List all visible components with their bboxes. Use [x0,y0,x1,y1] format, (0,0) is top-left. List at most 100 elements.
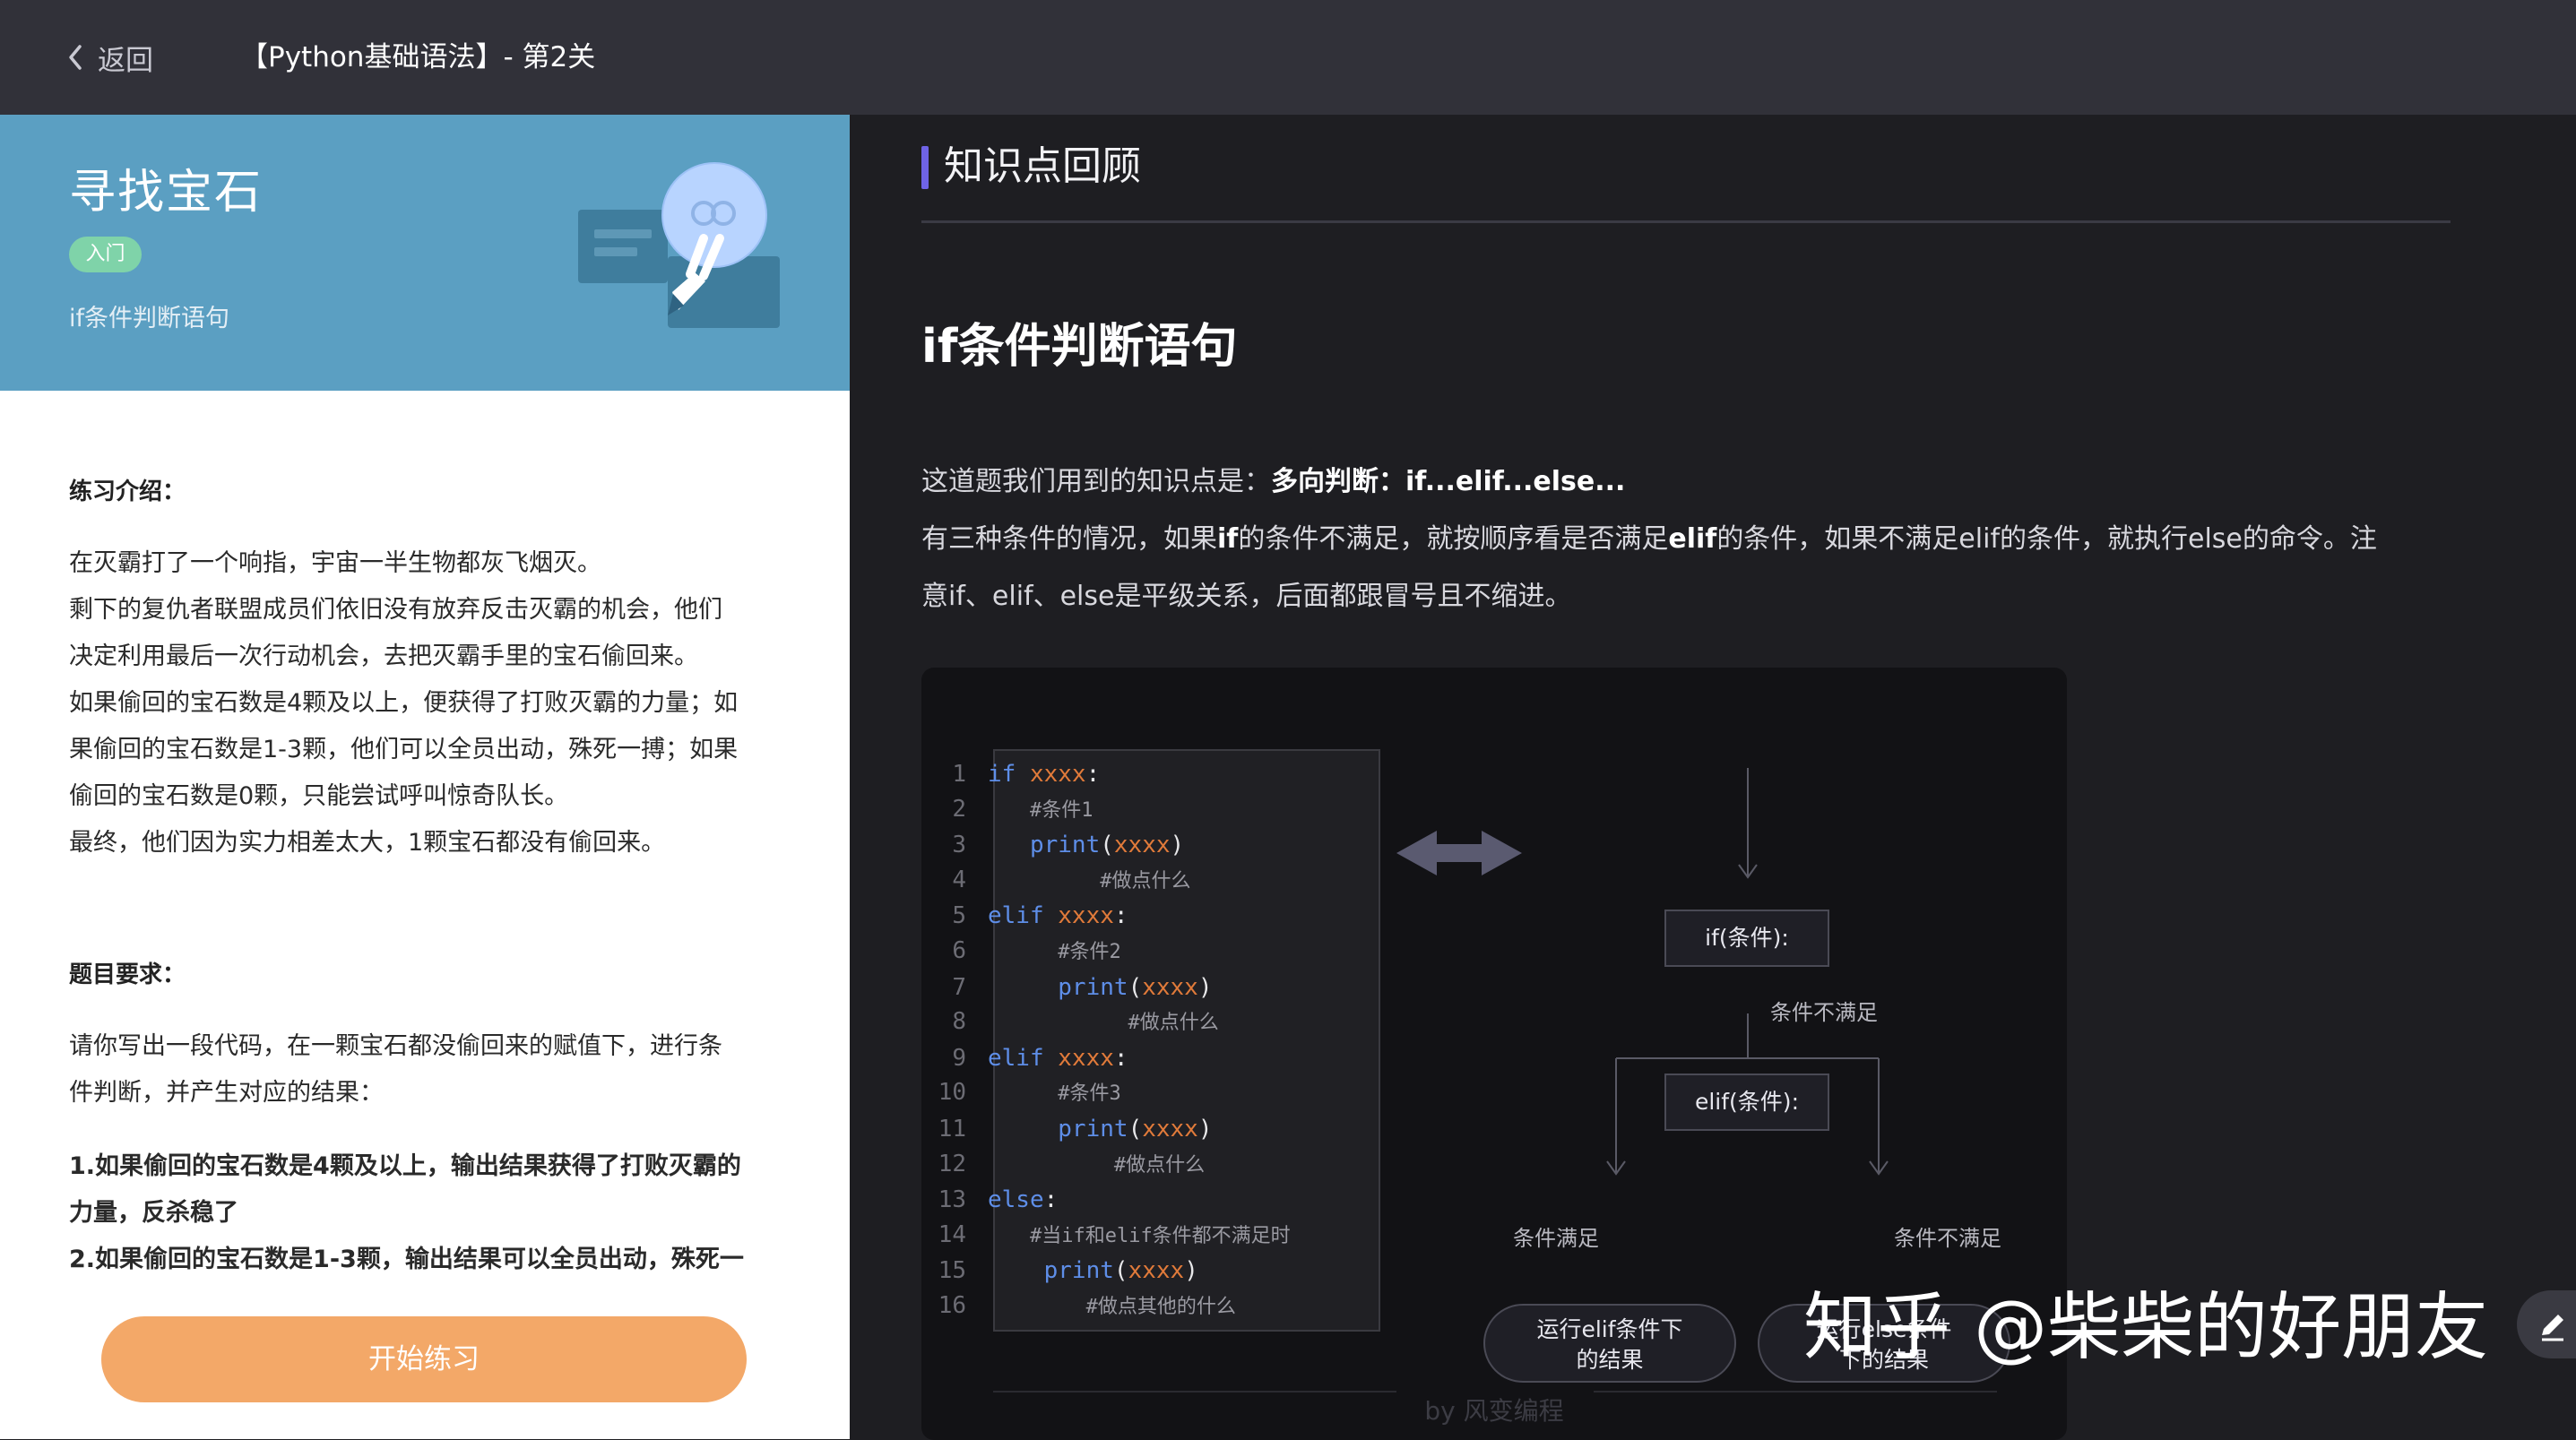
explanation-keyword: if [1217,523,1239,555]
code-comment: #当if和elif条件都不满足时 [1029,1224,1291,1247]
section-accent-bar [921,146,929,189]
code-comment: #做点其他的什么 [1085,1295,1236,1318]
line-number: 11 [938,1115,966,1143]
topic-heading: if条件判断语句 [921,320,1238,374]
code-keyword: elif [988,1044,1044,1072]
elif-node: elif(条件): [1664,1074,1829,1131]
requirement-item: 力量，反杀稳了 [69,1199,238,1227]
code-punctuation: : [1085,761,1101,788]
topic-explanation: 这道题我们用到的知识点是：多向判断：if...elif...else... 有三… [921,453,2463,625]
requirements-line: 请你写出一段代码，在一颗宝石都没偷回来的赋值下，进行条 [69,1032,722,1060]
start-practice-button[interactable]: 开始练习 [101,1316,747,1402]
line-number: 8 [952,1008,966,1036]
line-number: 7 [952,973,966,1001]
code-line: 4 #做点什么 [934,863,1291,900]
code-variable: xxxx [1113,832,1171,859]
intro-line: 如果偷回的宝石数是4颗及以上，便获得了打败灭霸的力量；如 [69,689,739,717]
line-number: 6 [952,936,966,964]
lesson-title: 寻找宝石 [69,166,264,220]
elif-result-line: 的结果 [1576,1347,1644,1373]
explanation-keyword: 多向判断：if...elif...else... [1271,466,1626,497]
section-divider [921,220,2451,223]
code-line: 8 #做点什么 [934,1005,1291,1041]
edit-button[interactable] [2517,1290,2576,1358]
code-function: print [1029,832,1101,859]
exercise-panel: 寻找宝石 入门 if条件判断语句 练习介绍： 在灭霸打了一个响指，宇宙一半生物都… [0,115,850,1439]
code-comment: #做点什么 [1113,1153,1206,1177]
line-number: 4 [952,866,966,893]
code-line: 2 #条件1 [934,792,1291,829]
line-number: 16 [938,1291,966,1319]
intro-line: 剩下的复仇者联盟成员们依旧没有放弃反击灭霸的机会，他们 [69,596,722,624]
code-line: 10 #条件3 [934,1075,1291,1112]
code-punctuation: : [1113,1044,1128,1072]
elif-result-line: 运行elif条件下 [1536,1316,1683,1342]
code-punctuation: : [1113,902,1128,930]
intro-line: 最终，他们因为实力相差太大，1颗宝石都没有偷回来。 [69,829,666,857]
chevron-left-icon [69,45,82,70]
watermark: 知乎 @柴柴的好朋友 [1803,1285,2489,1370]
not-met-label: 条件不满足 [1894,1226,2001,1251]
code-line: 5 elif xxxx: [934,899,1291,934]
section-title: 知识点回顾 [944,143,1141,189]
page-title: 【Python基础语法】- 第2关 [240,41,596,73]
line-number: 15 [938,1257,966,1285]
code-comment: #条件1 [1029,798,1094,822]
code-line: 16 #做点其他的什么 [934,1289,1291,1325]
code-function: print [1058,1115,1128,1143]
requirements-heading: 题目要求： [69,961,186,988]
level-badge: 入门 [69,237,142,272]
code-function: print [1043,1257,1114,1285]
top-bar: 返回 【Python基础语法】- 第2关 [0,0,2576,115]
code-line: 3 print(xxxx) [934,828,1291,863]
line-number: 9 [952,1044,966,1072]
code-comment: #条件2 [1058,940,1121,963]
code-comment: #条件3 [1058,1082,1121,1106]
code-keyword: if [988,761,1016,788]
line-number: 3 [952,832,966,859]
line-number: 5 [952,902,966,930]
pencil-icon [2542,1315,2563,1341]
code-keyword: elif [988,902,1044,930]
code-punctuation: ) [1197,1115,1213,1143]
intro-line: 偷回的宝石数是0颗，只能尝试呼叫惊奇队长。 [69,782,569,810]
explanation-text: 有三种条件的情况，如果 [921,523,1217,555]
knowledge-review-panel: 知识点回顾 if条件判断语句 这道题我们用到的知识点是：多向判断：if...el… [850,115,2576,1440]
met-label: 条件满足 [1513,1226,1599,1251]
diagram-byline: by 风变编程 [1424,1396,1564,1426]
intro-line: 决定利用最后一次行动机会，去把灭霸手里的宝石偷回来。 [69,642,698,670]
if-node: if(条件): [1664,910,1829,967]
code-punctuation: ) [1197,973,1213,1001]
code-punctuation: : [1043,1186,1059,1214]
lesson-banner: 寻找宝石 入门 if条件判断语句 [0,115,850,391]
code-variable: xxxx [1043,902,1114,930]
exercise-description: 练习介绍： 在灭霸打了一个响指，宇宙一半生物都灰飞烟灭。 剩下的复仇者联盟成员们… [69,473,786,1283]
code-punctuation: ( [1113,1257,1128,1285]
code-line: 12 #做点什么 [934,1147,1291,1184]
code-punctuation: ) [1170,832,1185,859]
code-keyword: else [988,1186,1044,1214]
code-line: 11 print(xxxx) [934,1112,1291,1147]
code-line: 7 print(xxxx) [934,970,1291,1005]
code-variable: xxxx [1043,1044,1114,1072]
explanation-keyword: elif [1668,523,1717,555]
code-comment: #做点什么 [1100,869,1191,892]
code-variable: xxxx [1142,1115,1198,1143]
code-variable: xxxx [1142,973,1198,1001]
back-label: 返回 [98,44,153,77]
requirements-line: 件判断，并产生对应的结果： [69,1079,384,1107]
line-number: 1 [952,761,966,788]
code-punctuation: ) [1184,1257,1198,1285]
code-line: 6 #条件2 [934,934,1291,970]
code-lines: 1 if xxxx: 2 #条件1 3 print(xxxx) 4 #做点什么 5 elif… [934,757,1291,1325]
explanation-text: 意if、elif、else是平级关系，后面都跟冒号且不缩进。 [921,581,1572,612]
line-number: 10 [938,1079,966,1107]
back-button[interactable]: 返回 [67,36,153,79]
line-number: 12 [938,1150,966,1177]
code-variable: xxxx [1128,1257,1185,1285]
code-punctuation: ( [1128,1115,1143,1143]
lightbulb-pencil-illustration [578,162,780,328]
code-comment: #做点什么 [1128,1012,1219,1035]
line-number: 14 [938,1220,966,1248]
requirement-item: 1.如果偷回的宝石数是4颗及以上，输出结果获得了打败灭霸的 [69,1152,741,1180]
